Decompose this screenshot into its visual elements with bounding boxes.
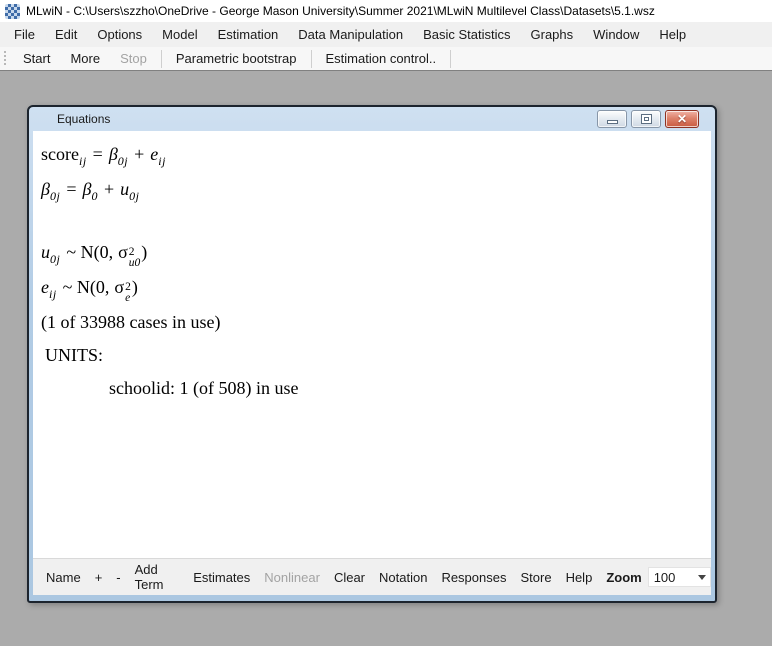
menu-window[interactable]: Window: [583, 23, 649, 46]
equation-level2-model: β0j=β0+u0j: [41, 173, 711, 208]
clear-button[interactable]: Clear: [327, 567, 372, 588]
close-paren: ): [141, 242, 147, 262]
add-term-button[interactable]: Add Term: [128, 559, 187, 595]
close-icon: ✕: [677, 113, 687, 125]
plus-button[interactable]: +: [88, 567, 110, 588]
minimize-button[interactable]: [597, 110, 627, 128]
subscript: 0j: [118, 154, 128, 168]
subscript: 0j: [50, 252, 60, 266]
beta-term: β: [109, 144, 118, 164]
operator: +: [134, 144, 144, 164]
subscript: 0j: [50, 189, 60, 203]
equations-window-title: Equations: [57, 112, 110, 126]
equations-window-body: scoreij=β0j+eij β0j=β0+u0j u0j~ N(0,σ2u0…: [33, 131, 711, 595]
parametric-bootstrap-button[interactable]: Parametric bootstrap: [166, 47, 307, 70]
maximize-button[interactable]: [631, 110, 661, 128]
subscript: 0: [91, 189, 98, 203]
sigma-symbol: σ: [118, 242, 128, 262]
operator: =: [93, 144, 103, 164]
menu-graphs[interactable]: Graphs: [521, 23, 584, 46]
subscript: ij: [49, 287, 57, 301]
estimation-control-button[interactable]: Estimation control..: [316, 47, 447, 70]
estimation-toolbar: Start More Stop Parametric bootstrap Est…: [0, 47, 772, 71]
random-effect-term: u: [41, 242, 50, 262]
store-button[interactable]: Store: [513, 567, 558, 588]
sigma-symbol: σ: [114, 277, 124, 297]
menu-model[interactable]: Model: [152, 23, 207, 46]
units-detail: schoolid: 1 (of 508) in use: [41, 372, 711, 405]
units-label: UNITS:: [41, 339, 711, 372]
equation-e-distribution: eij ~ N(0,σ2e): [41, 271, 711, 306]
distribution-text: ~ N(0,: [63, 277, 110, 297]
stop-button: Stop: [110, 47, 157, 70]
equations-bottom-toolbar: Name + - Add Term Estimates Nonlinear Cl…: [33, 558, 711, 595]
maximize-icon: [641, 114, 652, 124]
app-titlebar[interactable]: MLwiN - C:\Users\szzho\OneDrive - George…: [0, 0, 772, 22]
zoom-label: Zoom: [599, 567, 645, 588]
beta-term: β: [41, 179, 50, 199]
mdi-client-area: Equations ✕ scoreij=β0j+eij β0j=: [0, 72, 772, 646]
random-effect-term: u: [120, 179, 129, 199]
menubar: File Edit Options Model Estimation Data …: [0, 22, 772, 47]
subscript: 0j: [129, 189, 139, 203]
menu-basic-statistics[interactable]: Basic Statistics: [413, 23, 520, 46]
equations-content: scoreij=β0j+eij β0j=β0+u0j u0j~ N(0,σ2u0…: [33, 131, 711, 558]
minus-button[interactable]: -: [109, 567, 127, 588]
nonlinear-button: Nonlinear: [257, 567, 327, 588]
name-button[interactable]: Name: [39, 567, 88, 588]
toolbar-separator: [311, 50, 312, 68]
zoom-value: 100: [654, 570, 676, 585]
equation-level1-model: scoreij=β0j+eij: [41, 138, 711, 173]
menu-help[interactable]: Help: [649, 23, 696, 46]
responses-button[interactable]: Responses: [434, 567, 513, 588]
notation-button[interactable]: Notation: [372, 567, 434, 588]
equations-window-titlebar[interactable]: Equations ✕: [29, 107, 715, 131]
menu-data-manipulation[interactable]: Data Manipulation: [288, 23, 413, 46]
equation-u-distribution: u0j ~ N(0,σ2u0): [41, 236, 711, 271]
subscript: ij: [79, 154, 87, 168]
app-title: MLwiN - C:\Users\szzho\OneDrive - George…: [26, 4, 655, 18]
menu-edit[interactable]: Edit: [45, 23, 87, 46]
zoom-combobox[interactable]: 100: [648, 567, 711, 587]
subscript: ij: [158, 154, 166, 168]
window-controls: ✕: [597, 110, 699, 128]
menu-options[interactable]: Options: [87, 23, 152, 46]
app-icon: [5, 4, 20, 19]
start-button[interactable]: Start: [13, 47, 60, 70]
menu-estimation[interactable]: Estimation: [208, 23, 289, 46]
response-variable: score: [41, 144, 79, 164]
operator: +: [104, 179, 114, 199]
menu-file[interactable]: File: [4, 23, 45, 46]
close-paren: ): [132, 277, 138, 297]
residual-term: e: [41, 277, 49, 297]
toolbar-separator: [161, 50, 162, 68]
help-button[interactable]: Help: [559, 567, 600, 588]
chevron-down-icon: [698, 575, 706, 580]
close-button[interactable]: ✕: [665, 110, 699, 128]
equations-window: Equations ✕ scoreij=β0j+eij β0j=: [27, 105, 717, 603]
toolbar-grip-icon[interactable]: [3, 51, 8, 67]
operator: =: [66, 179, 76, 199]
toolbar-separator: [450, 50, 451, 68]
cases-in-use-text: (1 of 33988 cases in use): [41, 306, 711, 339]
sigma-sup-sub: 2u0: [129, 247, 141, 269]
more-button[interactable]: More: [60, 47, 110, 70]
estimates-button[interactable]: Estimates: [186, 567, 257, 588]
equation-spacer: [41, 208, 711, 236]
distribution-text: ~ N(0,: [66, 242, 113, 262]
sigma-sup-sub: 2e: [125, 282, 131, 304]
minimize-icon: [607, 120, 618, 124]
